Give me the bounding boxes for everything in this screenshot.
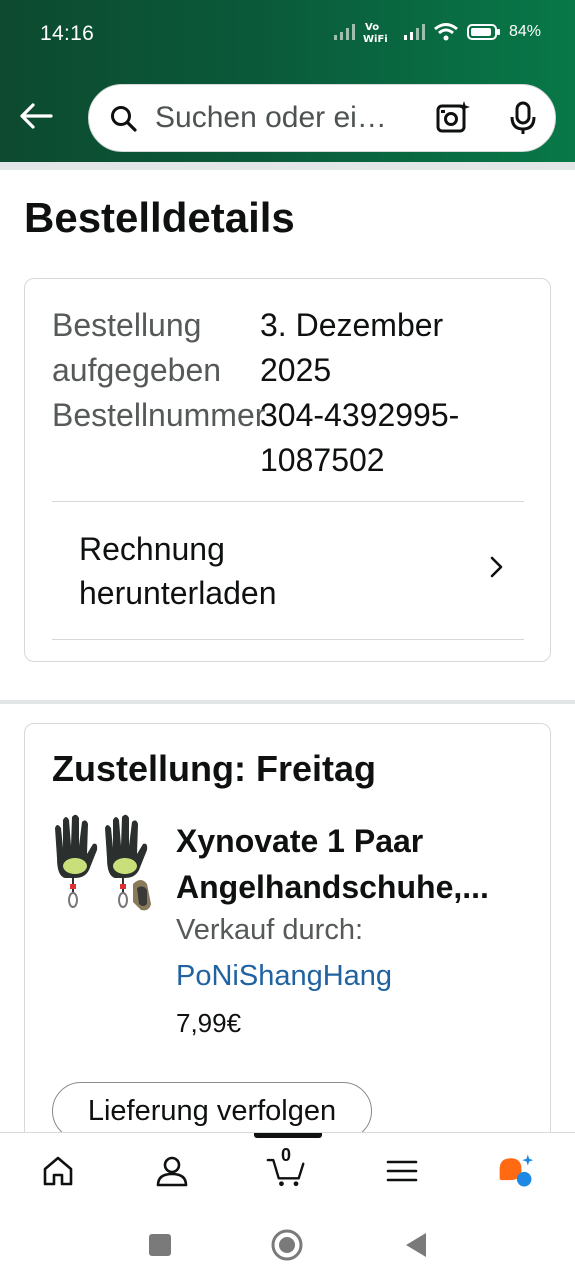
signal-icon bbox=[403, 24, 425, 40]
glove-icon bbox=[55, 814, 98, 908]
signal-icon bbox=[333, 24, 355, 40]
battery-icon bbox=[466, 24, 500, 40]
system-nav-bar bbox=[0, 1210, 575, 1280]
divider bbox=[0, 162, 575, 170]
download-invoice-label-line: Rechnung bbox=[79, 531, 225, 567]
circle-icon bbox=[271, 1229, 303, 1261]
account-icon bbox=[156, 1156, 188, 1187]
active-tab-indicator bbox=[254, 1133, 322, 1138]
vowifi-icon: Vo WiFi bbox=[363, 22, 388, 44]
divider bbox=[52, 501, 524, 502]
divider bbox=[52, 639, 524, 640]
product-title[interactable]: Xynovate 1 Paar Angelhandschuhe,... bbox=[176, 818, 536, 910]
download-invoice-row[interactable]: Rechnung herunterladen bbox=[52, 503, 524, 643]
menu-icon bbox=[386, 1160, 418, 1182]
wifi-icon bbox=[434, 23, 458, 41]
back-button[interactable] bbox=[16, 96, 56, 136]
hand-thumbnail bbox=[133, 880, 151, 911]
nav-account[interactable] bbox=[152, 1151, 192, 1191]
nav-home[interactable] bbox=[38, 1151, 78, 1191]
search-input[interactable]: Suchen oder ei… bbox=[155, 101, 387, 135]
product-price: 7,99€ bbox=[176, 1008, 242, 1038]
order-placed-value: 3. Dezember 2025 bbox=[260, 303, 443, 393]
app-header: 14:16 Vo WiFi 84% Suchen oder ei… bbox=[0, 0, 575, 162]
back-arrow-icon bbox=[20, 103, 53, 129]
cart-count-badge: 0 bbox=[281, 1145, 292, 1165]
bottom-nav: 0 bbox=[0, 1132, 575, 1210]
back-system-button[interactable] bbox=[398, 1228, 432, 1262]
order-placed-label: Bestellung aufgegeben bbox=[52, 303, 221, 393]
square-icon bbox=[149, 1234, 171, 1256]
download-invoice-label-line: herunterladen bbox=[79, 575, 277, 611]
order-placed-value-line: 3. Dezember bbox=[260, 307, 444, 343]
order-placed-label-line: Bestellung bbox=[52, 307, 202, 343]
camera-icon[interactable] bbox=[435, 100, 471, 136]
seller-link[interactable]: PoNiShangHang bbox=[176, 960, 392, 993]
search-icon bbox=[111, 106, 137, 132]
mic-icon[interactable] bbox=[505, 100, 541, 136]
home-icon bbox=[43, 1156, 73, 1186]
order-placed-label-line: aufgegeben bbox=[52, 352, 222, 388]
product-title-line: Xynovate 1 Paar bbox=[176, 823, 424, 859]
order-number-value: 304-4392995- 1087502 bbox=[260, 393, 459, 483]
sold-by-label: Verkauf durch: bbox=[176, 914, 363, 946]
status-bar: 14:16 Vo WiFi 84% bbox=[0, 0, 575, 68]
triangle-back-icon bbox=[406, 1233, 426, 1257]
battery-level: 84% bbox=[508, 23, 541, 40]
nav-rufus[interactable] bbox=[496, 1151, 536, 1191]
svg-text:WiFi: WiFi bbox=[363, 34, 388, 44]
divider bbox=[0, 700, 575, 704]
download-invoice-label: Rechnung herunterladen bbox=[79, 527, 276, 615]
delivery-card: Zustellung: Freitag Xynovate 1 Paar Ange… bbox=[24, 723, 551, 1163]
order-placed-value-line: 2025 bbox=[260, 352, 332, 388]
home-system-button[interactable] bbox=[270, 1228, 304, 1262]
delivery-title: Zustellung: Freitag bbox=[52, 748, 376, 789]
svg-text:Vo: Vo bbox=[365, 22, 379, 33]
product-title-line: Angelhandschuhe,... bbox=[176, 869, 489, 905]
nav-cart[interactable]: 0 bbox=[266, 1145, 306, 1191]
product-image[interactable] bbox=[51, 814, 155, 922]
search-bar[interactable]: Suchen oder ei… bbox=[88, 84, 556, 152]
recent-apps-button[interactable] bbox=[143, 1228, 177, 1262]
order-info-card: Bestellung aufgegeben 3. Dezember 2025 B… bbox=[24, 278, 551, 662]
status-icons: Vo WiFi 84% bbox=[333, 20, 541, 44]
nav-menu[interactable] bbox=[382, 1151, 422, 1191]
page-title: Bestelldetails bbox=[24, 194, 295, 241]
order-number-value-line: 304-4392995- bbox=[260, 397, 460, 433]
status-time: 14:16 bbox=[40, 22, 95, 45]
order-number-value-line: 1087502 bbox=[260, 442, 385, 478]
order-number-label: Bestellnummer bbox=[52, 397, 266, 433]
rufus-icon bbox=[499, 1154, 534, 1187]
chevron-right-icon bbox=[490, 556, 503, 578]
